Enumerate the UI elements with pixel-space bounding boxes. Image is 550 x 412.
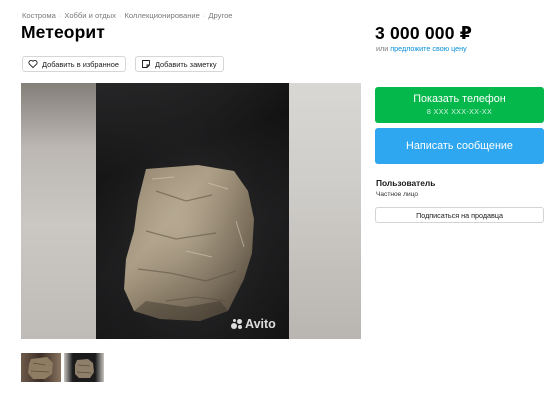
photo-gallery[interactable]: Avito [21, 83, 361, 339]
avito-watermark-text: Avito [245, 317, 276, 331]
breadcrumb-separator: · [202, 11, 206, 20]
breadcrumb-item[interactable]: Кострома [22, 11, 56, 20]
price: 3 000 000 ₽ [375, 23, 473, 43]
add-to-favorites-button[interactable]: Добавить в избранное [22, 56, 126, 72]
avito-logo-icon [231, 318, 243, 330]
photo-blur-right [289, 83, 361, 339]
avito-watermark: Avito [231, 317, 276, 331]
photo-blur-left [21, 83, 97, 339]
masked-phone-number: 8 XXX XXX-XX-XX [426, 107, 493, 116]
add-note-label: Добавить заметку [154, 59, 217, 69]
seller-name[interactable]: Пользователь [376, 178, 435, 188]
breadcrumb-separator: · [58, 11, 62, 20]
meteorite-image [124, 165, 254, 321]
breadcrumb-separator: · [118, 11, 122, 20]
breadcrumb-item[interactable]: Другое [208, 11, 232, 20]
offer-price-link[interactable]: предложите свою цену [390, 44, 466, 53]
thumbnail-strip [21, 353, 104, 382]
note-icon [141, 59, 151, 69]
seller-type: Частное лицо [376, 191, 419, 198]
thumbnail-1[interactable] [21, 353, 61, 382]
show-phone-label: Показать телефон [413, 93, 506, 105]
subscribe-seller-button[interactable]: Подписаться на продавца [375, 207, 544, 223]
breadcrumb: Кострома · Хобби и отдых · Коллекционировани… [22, 11, 233, 20]
add-to-favorites-label: Добавить в избранное [42, 59, 119, 69]
write-message-button[interactable]: Написать сообщение [375, 128, 544, 164]
listing-actions: Добавить в избранное Добавить заметку [22, 56, 224, 72]
heart-icon [28, 59, 38, 69]
show-phone-button[interactable]: Показать телефон 8 XXX XXX-XX-XX [375, 87, 544, 123]
add-note-button[interactable]: Добавить заметку [134, 56, 224, 72]
price-offer-prefix: или [376, 44, 389, 53]
thumbnail-2[interactable] [64, 353, 104, 382]
breadcrumb-item[interactable]: Коллекционирование [124, 11, 199, 20]
breadcrumb-item[interactable]: Хобби и отдых [64, 11, 116, 20]
price-offer-note: или предложите свою цену [376, 44, 467, 53]
page-title: Метеорит [21, 22, 105, 42]
